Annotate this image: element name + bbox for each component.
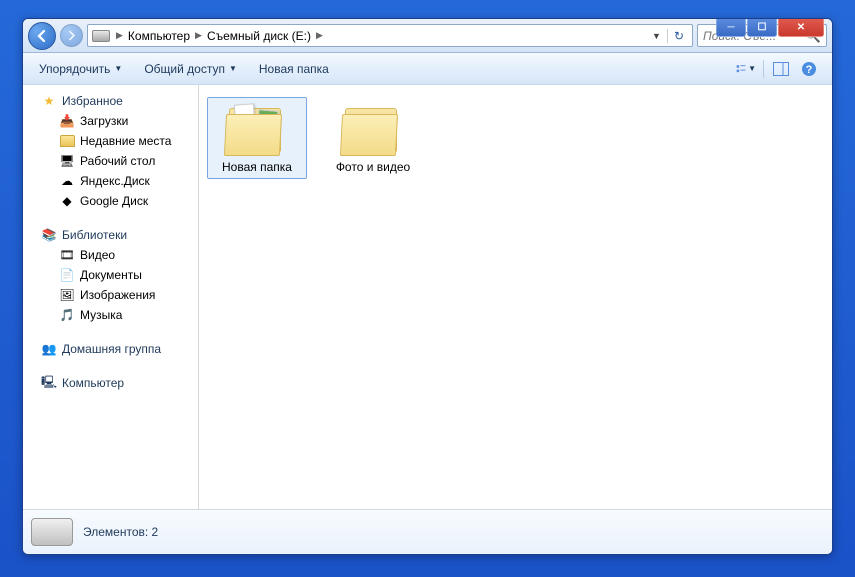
view-mode-button[interactable]: ▼ [735,59,757,79]
folder-item-new[interactable]: Новая папка [207,97,307,179]
recent-icon [59,133,75,149]
new-folder-label: Новая папка [259,62,329,76]
homegroup-icon: 👥 [41,341,57,357]
desktop-icon: 🖥 [59,153,75,169]
close-button[interactable]: ✕ [778,18,824,37]
star-icon: ★ [41,93,57,109]
chevron-right-icon: ▶ [114,30,125,41]
organize-label: Упорядочить [39,62,110,76]
libraries-icon: 📚 [41,227,57,243]
downloads-icon: 📥 [59,113,75,129]
chevron-down-icon: ▼ [229,64,237,73]
toolbar: Упорядочить ▼ Общий доступ ▼ Новая папка… [23,53,832,85]
svg-text:?: ? [806,64,813,76]
sidebar-homegroup[interactable]: 👥 Домашняя группа [23,339,198,359]
sidebar-item-music[interactable]: 🎵 Музыка [23,305,198,325]
breadcrumb-computer[interactable]: Компьютер [125,29,193,43]
google-drive-icon: ◆ [59,193,75,209]
folder-icon [225,104,289,156]
computer-icon: 🖳 [41,375,57,391]
chevron-down-icon: ▼ [114,64,122,73]
help-button[interactable]: ? [798,59,820,79]
sidebar-item-recent[interactable]: Недавние места [23,131,198,151]
share-button[interactable]: Общий доступ ▼ [140,59,241,79]
chevron-right-icon: ▶ [314,30,325,41]
drive-icon [92,30,110,42]
preview-pane-button[interactable] [770,59,792,79]
explorer-body: ★ Избранное 📥 Загрузки Недавние места 🖥 … [23,85,832,509]
images-icon: 🖼 [59,287,75,303]
sidebar-item-images[interactable]: 🖼 Изображения [23,285,198,305]
minimize-button[interactable]: ─ [716,18,746,37]
address-dropdown-icon[interactable]: ▼ [646,31,667,41]
folder-icon [341,104,405,156]
explorer-window: ─ ☐ ✕ ▶ Компьютер ▶ Съемный диск (E:) ▶ … [22,18,833,555]
sidebar-item-video[interactable]: 🎞 Видео [23,245,198,265]
maximize-button[interactable]: ☐ [747,18,777,37]
sidebar-libraries[interactable]: 📚 Библиотеки [23,225,198,245]
toolbar-divider [763,60,764,78]
back-button[interactable] [28,22,56,50]
chevron-down-icon: ▼ [748,64,756,73]
organize-button[interactable]: Упорядочить ▼ [35,59,126,79]
chevron-right-icon: ▶ [193,30,204,41]
navigation-bar: ▶ Компьютер ▶ Съемный диск (E:) ▶ ▼ ↻ 🔍 [23,19,832,53]
favorites-label: Избранное [62,94,123,108]
file-view[interactable]: Новая папка Фото и видео [199,85,832,509]
folder-item-photos[interactable]: Фото и видео [323,97,423,179]
new-folder-button[interactable]: Новая папка [255,59,333,79]
navigation-pane[interactable]: ★ Избранное 📥 Загрузки Недавние места 🖥 … [23,85,199,509]
refresh-icon[interactable]: ↻ [667,29,690,43]
window-controls: ─ ☐ ✕ [716,18,824,37]
sidebar-favorites[interactable]: ★ Избранное [23,91,198,111]
sidebar-item-downloads[interactable]: 📥 Загрузки [23,111,198,131]
sidebar-item-documents[interactable]: 📄 Документы [23,265,198,285]
folder-label: Новая папка [222,160,292,174]
music-icon: 🎵 [59,307,75,323]
sidebar-item-yandex[interactable]: ☁ Яндекс.Диск [23,171,198,191]
sidebar-item-desktop[interactable]: 🖥 Рабочий стол [23,151,198,171]
document-icon: 📄 [59,267,75,283]
sidebar-computer[interactable]: 🖳 Компьютер [23,373,198,393]
cloud-icon: ☁ [59,173,75,189]
forward-button[interactable] [60,24,83,47]
sidebar-item-google[interactable]: ◆ Google Диск [23,191,198,211]
breadcrumb-drive[interactable]: Съемный диск (E:) [204,29,314,43]
address-bar[interactable]: ▶ Компьютер ▶ Съемный диск (E:) ▶ ▼ ↻ [87,24,693,47]
video-icon: 🎞 [59,247,75,263]
drive-icon [31,518,73,546]
status-item-count: Элементов: 2 [83,525,158,539]
status-bar: Элементов: 2 [23,509,832,554]
folder-label: Фото и видео [336,160,410,174]
share-label: Общий доступ [144,62,225,76]
